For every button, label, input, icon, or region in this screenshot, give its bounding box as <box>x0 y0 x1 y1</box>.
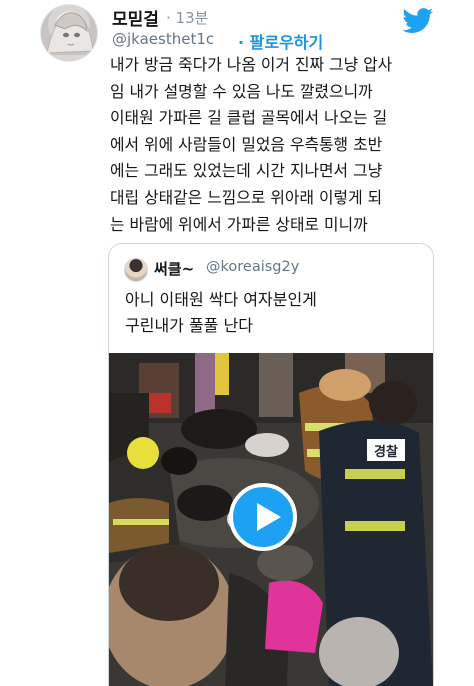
quoted-author-avatar[interactable] <box>124 258 148 282</box>
quoted-tweet[interactable]: 써클~ @koreaisg2y 아니 이태원 싹다 여자분인게 구린내가 풀풀 … <box>108 243 434 686</box>
tweet-time[interactable]: · 13분 <box>166 7 208 28</box>
quoted-video-thumbnail[interactable]: 경찰 <box>109 353 433 686</box>
author-name[interactable]: 모믿걸 <box>112 5 159 30</box>
play-icon[interactable] <box>229 483 297 551</box>
quoted-author-handle[interactable]: @koreaisg2y <box>206 259 299 275</box>
police-vest-label: 경찰 <box>374 444 398 460</box>
author-handle[interactable]: @jkaesthet1c <box>112 30 214 48</box>
quoted-author-name[interactable]: 써클~ <box>154 258 194 279</box>
tweet-text: 내가 방금 죽다가 나옴 이거 진짜 그냥 압사 임 내가 설명할 수 있음 나… <box>110 55 393 234</box>
quoted-tweet-text: 아니 이태원 싹다 여자분인게 구린내가 풀풀 난다 <box>125 290 317 335</box>
author-avatar[interactable] <box>40 4 98 62</box>
follow-button[interactable]: · 팔로우하기 <box>238 29 323 53</box>
tweet-card: 모믿걸 · 13분 @jkaesthet1c · 팔로우하기 내가 방금 죽다가… <box>0 0 474 686</box>
twitter-bird-icon[interactable] <box>402 8 434 34</box>
